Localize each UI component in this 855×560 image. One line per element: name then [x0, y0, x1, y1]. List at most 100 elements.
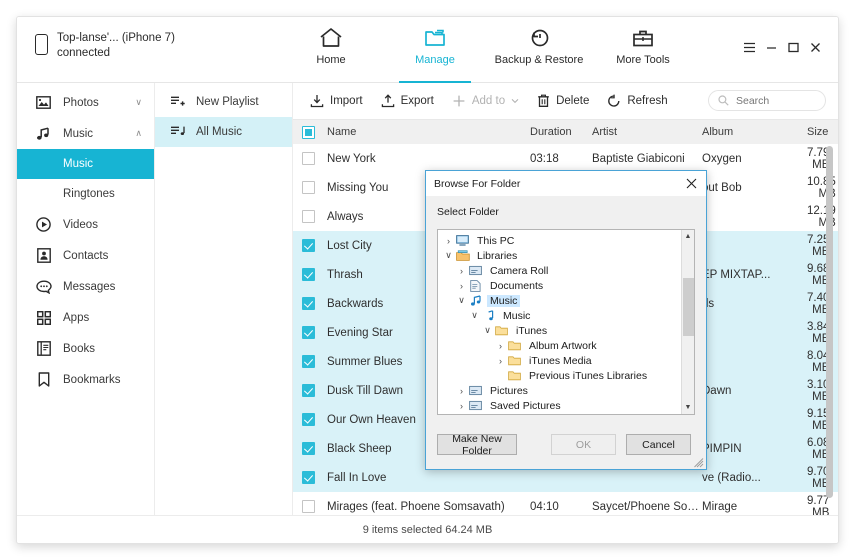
tree-expand-arrow[interactable]: ∨: [481, 325, 494, 336]
delete-button[interactable]: Delete: [528, 83, 598, 119]
sidebar-item-photos[interactable]: Photos ∨: [17, 87, 154, 118]
menu-button[interactable]: [738, 37, 760, 57]
tree-node[interactable]: ∨ Music: [438, 293, 680, 308]
nav-tab-more-tools[interactable]: More Tools: [591, 17, 695, 83]
row-checkbox-cell[interactable]: [293, 297, 323, 310]
search-box[interactable]: [708, 90, 826, 111]
export-button[interactable]: Export: [372, 83, 443, 119]
row-checkbox[interactable]: [301, 210, 315, 223]
sidebar-item-books[interactable]: Books: [17, 333, 154, 364]
row-checkbox-cell[interactable]: [293, 210, 323, 223]
table-row[interactable]: New York 03:18 Baptiste Giabiconi Oxygen 7.7…: [293, 144, 838, 173]
sidebar-subitem-ringtones[interactable]: Ringtones: [17, 179, 154, 209]
row-checkbox-cell[interactable]: [293, 471, 323, 484]
tree-node[interactable]: ›Subversion: [438, 413, 680, 414]
tree-node[interactable]: ∨ Music: [438, 308, 680, 323]
list-scrollbar-thumb[interactable]: [826, 146, 833, 498]
row-checkbox[interactable]: [301, 297, 315, 310]
row-checkbox-cell[interactable]: [293, 442, 323, 455]
new-playlist-button[interactable]: New Playlist: [155, 87, 292, 117]
row-checkbox[interactable]: [301, 152, 315, 165]
make-new-folder-button[interactable]: Make New Folder: [437, 433, 517, 457]
column-header-size[interactable]: Size: [807, 126, 838, 138]
search-input[interactable]: [734, 93, 819, 108]
row-checkbox[interactable]: [301, 181, 315, 194]
dialog-close-button[interactable]: [676, 171, 706, 196]
tree-scrollbar-thumb[interactable]: [683, 278, 694, 336]
row-checkbox-cell[interactable]: [293, 268, 323, 281]
nav-tab-home[interactable]: Home: [279, 17, 383, 83]
sidebar-item-messages[interactable]: Messages: [17, 271, 154, 302]
cell-album: EP MIXTAP...: [702, 268, 771, 281]
add-to-button[interactable]: Add to: [443, 83, 528, 119]
row-checkbox-cell[interactable]: [293, 152, 323, 165]
select-all-checkbox-cell[interactable]: [293, 125, 323, 139]
folder-tree[interactable]: › This PC ∨ Libraries › Camera Roll › Documents…: [437, 229, 695, 415]
row-checkbox[interactable]: [301, 384, 315, 397]
sidebar-subitem-music[interactable]: Music: [17, 149, 154, 179]
refresh-button[interactable]: Refresh: [598, 83, 676, 119]
tree-node[interactable]: ∨ iTunes: [438, 323, 680, 338]
row-checkbox[interactable]: [301, 500, 315, 513]
tree-expand-arrow[interactable]: ›: [494, 356, 507, 366]
row-checkbox[interactable]: [301, 326, 315, 339]
row-checkbox[interactable]: [301, 268, 315, 281]
row-checkbox-cell[interactable]: [293, 413, 323, 426]
resize-grip-icon[interactable]: [694, 458, 704, 468]
tree-node[interactable]: › This PC: [438, 233, 680, 248]
ok-button[interactable]: OK: [551, 434, 616, 455]
tree-expand-arrow[interactable]: ∨: [442, 250, 455, 261]
sidebar-item-bookmarks[interactable]: Bookmarks: [17, 364, 154, 395]
nav-tab-manage[interactable]: Manage: [383, 17, 487, 83]
tree-scrollbar[interactable]: ▲ ▼: [681, 230, 694, 414]
tree-expand-arrow[interactable]: ∨: [468, 310, 481, 321]
list-scrollbar[interactable]: [826, 144, 833, 515]
sidebar-item-music[interactable]: Music ∧: [17, 118, 154, 149]
tree-node[interactable]: ∨ Libraries: [438, 248, 680, 263]
scroll-up-icon[interactable]: ▲: [682, 230, 694, 243]
import-button[interactable]: Import: [301, 83, 372, 119]
tree-expand-arrow[interactable]: ›: [455, 386, 468, 396]
tree-node[interactable]: › iTunes Media: [438, 353, 680, 368]
tree-node[interactable]: › Saved Pictures: [438, 398, 680, 413]
column-header-artist[interactable]: Artist: [592, 126, 702, 138]
tree-node[interactable]: › Documents: [438, 278, 680, 293]
row-checkbox-cell[interactable]: [293, 500, 323, 513]
select-all-checkbox[interactable]: [301, 125, 315, 139]
tree-node[interactable]: › Album Artwork: [438, 338, 680, 353]
cancel-button[interactable]: Cancel: [626, 434, 691, 455]
tree-expand-arrow[interactable]: ›: [442, 236, 455, 246]
sidebar-item-contacts[interactable]: Contacts: [17, 240, 154, 271]
row-checkbox[interactable]: [301, 239, 315, 252]
row-checkbox-cell[interactable]: [293, 181, 323, 194]
row-checkbox-cell[interactable]: [293, 326, 323, 339]
tree-expand-arrow[interactable]: ›: [455, 401, 468, 411]
row-checkbox[interactable]: [301, 471, 315, 484]
tree-node[interactable]: Previous iTunes Libraries: [438, 368, 680, 383]
row-checkbox-cell[interactable]: [293, 239, 323, 252]
refresh-label: Refresh: [627, 95, 668, 107]
table-row[interactable]: Mirages (feat. Phoene Somsavath) 04:10 Say…: [293, 492, 838, 515]
nav-tab-backup-restore[interactable]: Backup & Restore: [487, 17, 591, 83]
scroll-down-icon[interactable]: ▼: [682, 401, 694, 414]
tree-expand-arrow[interactable]: ›: [494, 341, 507, 351]
column-header-album[interactable]: Album: [702, 126, 807, 138]
row-checkbox[interactable]: [301, 442, 315, 455]
tree-expand-arrow[interactable]: ›: [455, 266, 468, 276]
maximize-button[interactable]: [782, 37, 804, 57]
playlist-item-all-music[interactable]: All Music: [155, 117, 292, 147]
tree-node[interactable]: › Pictures: [438, 383, 680, 398]
column-header-duration[interactable]: Duration: [530, 126, 592, 138]
sidebar-item-videos[interactable]: Videos: [17, 209, 154, 240]
close-button[interactable]: [804, 37, 826, 57]
minimize-button[interactable]: [760, 37, 782, 57]
tree-expand-arrow[interactable]: ∨: [455, 295, 468, 306]
row-checkbox[interactable]: [301, 355, 315, 368]
tree-expand-arrow[interactable]: ›: [455, 281, 468, 291]
column-header-name[interactable]: Name: [323, 126, 530, 138]
sidebar-item-apps[interactable]: Apps: [17, 302, 154, 333]
tree-node[interactable]: › Camera Roll: [438, 263, 680, 278]
row-checkbox-cell[interactable]: [293, 384, 323, 397]
row-checkbox[interactable]: [301, 413, 315, 426]
row-checkbox-cell[interactable]: [293, 355, 323, 368]
